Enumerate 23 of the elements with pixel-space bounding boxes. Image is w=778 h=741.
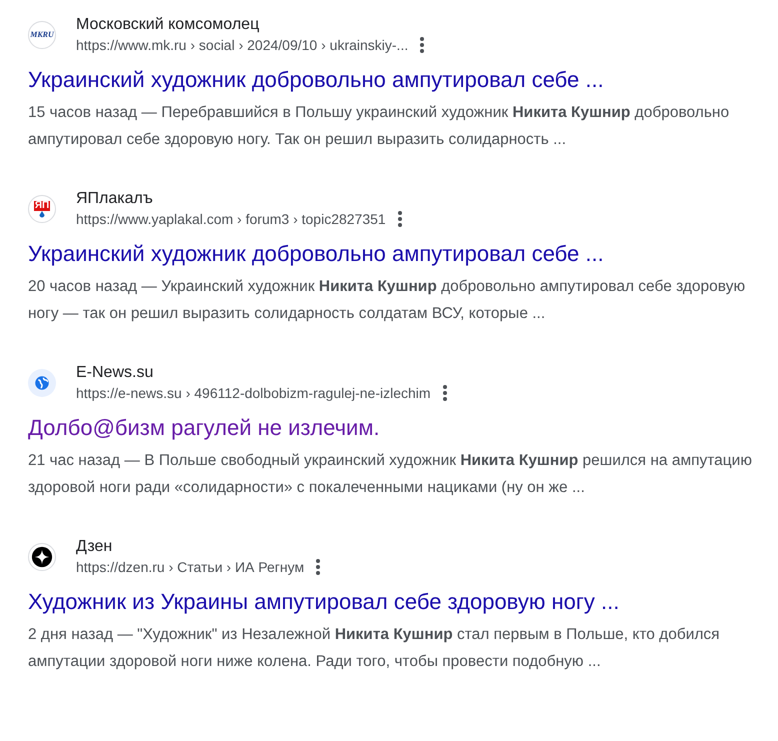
more-icon[interactable] [316,559,320,575]
more-icon[interactable] [420,37,424,53]
site-logo: MKRU [28,21,56,49]
result-title[interactable]: Украинский художник добровольно ампутировал себе ... [28,241,604,266]
site-name: Московский комсомолец [76,15,260,35]
result-title[interactable]: Украинский художник добровольно ампутировал себе ... [28,67,604,92]
site-name: E-News.su [76,363,154,383]
site-logo: ЯП [28,195,56,223]
result-snippet: 20 часов назад — Украинский художник Никита Кушнир добровольно ампутировал себе здоровую ногу — так он решил выразить солидарность солдатам ВСУ, которые ... [28,277,746,324]
more-icon[interactable] [442,385,447,401]
result-url[interactable]: https://www.yaplakal.com › forum3 › topic2827351 [76,209,386,229]
result-snippet: 15 часов назад — Перебравшийся в Польшу украинский художник Никита Кушнир добровольно ампутировал себе здоровую ногу. Так он решил выразить солидарность ... [28,103,730,150]
site-name: ЯПлакалъ [76,189,154,209]
result-url[interactable]: https://www.mk.ru › social › 2024/09/10 › ukrainskiy-... [76,35,408,55]
result-title[interactable]: Художник из Украины ампутировал себе здоровую ногу ... [28,589,620,614]
result-snippet: 2 дня назад — "Художник" из Незалежной Никита Кушнир стал первым в Польше, кто добился ампутации здоровой ноги ниже колена. Ради того, чтобы провести подобную ... [28,625,721,672]
globe-icon [28,369,56,397]
site-name: Дзен [76,537,114,557]
result-url[interactable]: https://dzen.ru › Статьи › ИА Регнум [76,557,304,577]
result-snippet: 21 час назад — В Польше свободный украинский художник Никита Кушнир решился на ампутацию здоровой ноги ради «солидарности» с покалеченными нациками (ну он же ... [28,451,753,498]
result-title[interactable]: Долбо@бизм рагулей не излечим. [28,415,380,440]
result-url[interactable]: https://e-news.su › 496112-dolbobizm-ragulej-ne-izlechim [76,383,431,403]
more-icon[interactable] [398,211,402,227]
